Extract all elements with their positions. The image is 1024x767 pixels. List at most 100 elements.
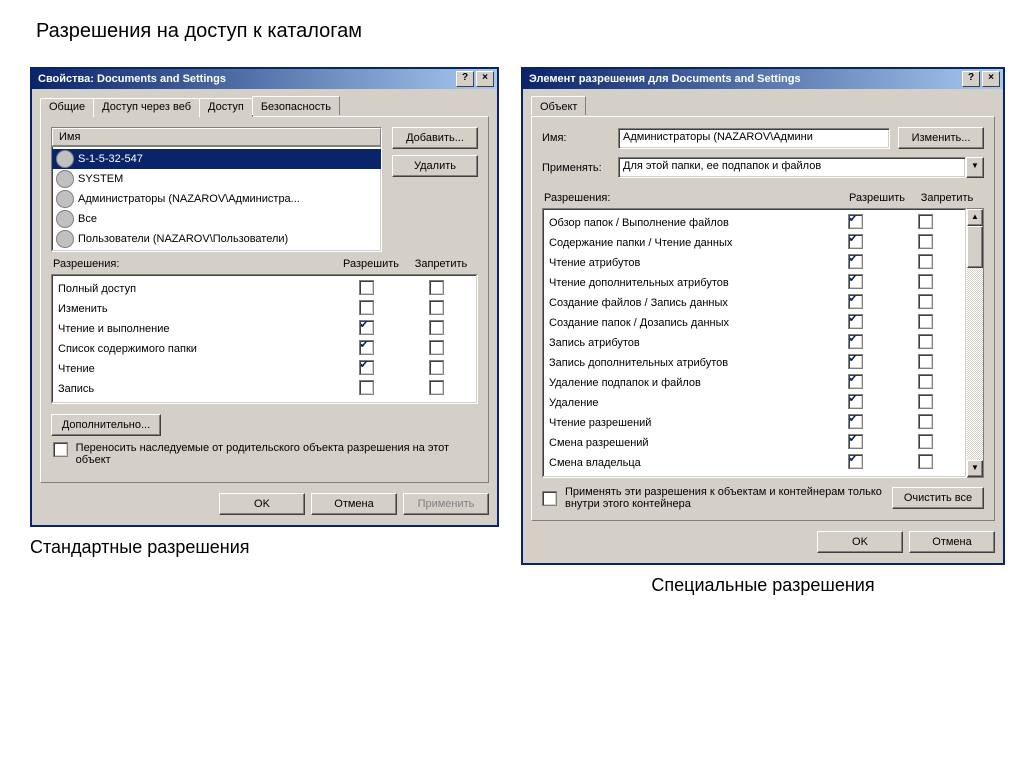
deny-checkbox[interactable] — [429, 340, 444, 355]
allow-header: Разрешить — [842, 192, 912, 204]
ok-button[interactable]: OK — [219, 493, 305, 515]
name-label: Имя: — [542, 132, 610, 144]
apply-to-value: Для этой папки, ее подпапок и файлов — [618, 157, 966, 178]
permission-name: Изменить — [58, 303, 331, 315]
change-button[interactable]: Изменить... — [898, 127, 984, 149]
deny-checkbox[interactable] — [918, 274, 933, 289]
chevron-down-icon[interactable]: ▼ — [966, 157, 984, 178]
advanced-button[interactable]: Дополнительно... — [51, 414, 161, 436]
clear-all-button[interactable]: Очистить все — [892, 487, 984, 509]
allow-checkbox[interactable] — [848, 274, 863, 289]
deny-checkbox[interactable] — [918, 354, 933, 369]
allow-checkbox[interactable] — [848, 414, 863, 429]
deny-checkbox[interactable] — [918, 254, 933, 269]
scrollbar[interactable]: ▲ ▼ — [967, 208, 984, 478]
list-item[interactable]: Все — [52, 209, 381, 229]
allow-checkbox[interactable] — [848, 354, 863, 369]
allow-checkbox[interactable] — [848, 454, 863, 469]
permission-name: Создание папок / Дозапись данных — [549, 317, 820, 329]
deny-checkbox[interactable] — [918, 434, 933, 449]
close-button[interactable]: × — [476, 71, 494, 87]
user-name: S-1-5-32-547 — [78, 153, 143, 165]
permission-name: Смена владельца — [549, 457, 820, 469]
remove-button[interactable]: Удалить — [392, 155, 478, 177]
deny-checkbox[interactable] — [918, 234, 933, 249]
permission-name: Обзор папок / Выполнение файлов — [549, 217, 820, 229]
tab-2[interactable]: Доступ — [199, 98, 253, 117]
permission-row: Создание папок / Дозапись данных — [549, 313, 960, 333]
permissions-list: Полный доступИзменитьЧтение и выполнение… — [51, 274, 478, 404]
permission-row: Удаление — [549, 393, 960, 413]
scroll-track[interactable] — [967, 268, 983, 460]
allow-checkbox[interactable] — [359, 320, 374, 335]
deny-checkbox[interactable] — [429, 380, 444, 395]
scroll-up-icon[interactable]: ▲ — [967, 209, 983, 226]
apply-to-select[interactable]: Для этой папки, ее подпапок и файлов ▼ — [618, 157, 984, 178]
deny-checkbox[interactable] — [918, 414, 933, 429]
titlebar: Свойства: Documents and Settings ? × — [32, 69, 497, 89]
allow-checkbox[interactable] — [848, 394, 863, 409]
apply-button[interactable]: Применить — [403, 493, 489, 515]
security-tab-panel: Имя S-1-5-32-547SYSTEMАдминистраторы (NA… — [40, 116, 489, 483]
cancel-button[interactable]: Отмена — [909, 531, 995, 553]
allow-checkbox[interactable] — [848, 254, 863, 269]
tab-1[interactable]: Доступ через веб — [93, 98, 200, 117]
close-button[interactable]: × — [982, 71, 1000, 87]
cancel-button[interactable]: Отмена — [311, 493, 397, 515]
permissions-label: Разрешения: — [53, 258, 336, 270]
permission-row: Смена владельца — [549, 453, 960, 473]
permission-name: Удаление — [549, 397, 820, 409]
allow-checkbox[interactable] — [359, 280, 374, 295]
deny-checkbox[interactable] — [918, 314, 933, 329]
allow-checkbox[interactable] — [359, 360, 374, 375]
deny-checkbox[interactable] — [918, 374, 933, 389]
deny-checkbox[interactable] — [918, 454, 933, 469]
deny-checkbox[interactable] — [918, 394, 933, 409]
help-button[interactable]: ? — [962, 71, 980, 87]
list-item[interactable]: SYSTEM — [52, 169, 381, 189]
deny-checkbox[interactable] — [429, 300, 444, 315]
allow-checkbox[interactable] — [848, 234, 863, 249]
user-icon — [56, 150, 74, 168]
permission-name: Чтение — [58, 363, 331, 375]
user-name: Все — [78, 213, 97, 225]
user-icon — [56, 170, 74, 188]
allow-checkbox[interactable] — [359, 340, 374, 355]
deny-checkbox[interactable] — [429, 280, 444, 295]
allow-checkbox[interactable] — [848, 294, 863, 309]
ok-button[interactable]: OK — [817, 531, 903, 553]
apply-children-checkbox[interactable] — [542, 491, 557, 506]
deny-checkbox[interactable] — [918, 294, 933, 309]
allow-checkbox[interactable] — [848, 214, 863, 229]
help-button[interactable]: ? — [456, 71, 474, 87]
allow-checkbox[interactable] — [359, 380, 374, 395]
right-caption: Специальные разрешения — [521, 575, 1005, 596]
add-button[interactable]: Добавить... — [392, 127, 478, 149]
inherit-checkbox[interactable] — [53, 442, 68, 457]
tab-0[interactable]: Общие — [40, 98, 94, 117]
allow-checkbox[interactable] — [848, 314, 863, 329]
permissions-label: Разрешения: — [544, 192, 842, 204]
name-field: Администраторы (NAZAROV\Админи — [618, 128, 890, 149]
deny-checkbox[interactable] — [429, 360, 444, 375]
deny-checkbox[interactable] — [429, 320, 444, 335]
scroll-thumb[interactable] — [967, 226, 983, 268]
tab-object[interactable]: Объект — [531, 96, 586, 115]
allow-checkbox[interactable] — [848, 374, 863, 389]
permission-row: Запись дополнительных атрибутов — [549, 353, 960, 373]
allow-checkbox[interactable] — [848, 434, 863, 449]
scroll-down-icon[interactable]: ▼ — [967, 460, 983, 477]
permission-name: Чтение разрешений — [549, 417, 820, 429]
page-title: Разрешения на доступ к каталогам — [36, 20, 994, 43]
list-item[interactable]: Пользователи (NAZAROV\Пользователи) — [52, 229, 381, 249]
list-item[interactable]: Администраторы (NAZAROV\Администра... — [52, 189, 381, 209]
allow-checkbox[interactable] — [848, 334, 863, 349]
deny-checkbox[interactable] — [918, 214, 933, 229]
permission-name: Запись атрибутов — [549, 337, 820, 349]
list-item[interactable]: S-1-5-32-547 — [52, 149, 381, 169]
deny-checkbox[interactable] — [918, 334, 933, 349]
allow-checkbox[interactable] — [359, 300, 374, 315]
tab-3[interactable]: Безопасность — [252, 96, 340, 115]
permission-name: Чтение дополнительных атрибутов — [549, 277, 820, 289]
window-title: Элемент разрешения для Documents and Set… — [526, 73, 960, 85]
